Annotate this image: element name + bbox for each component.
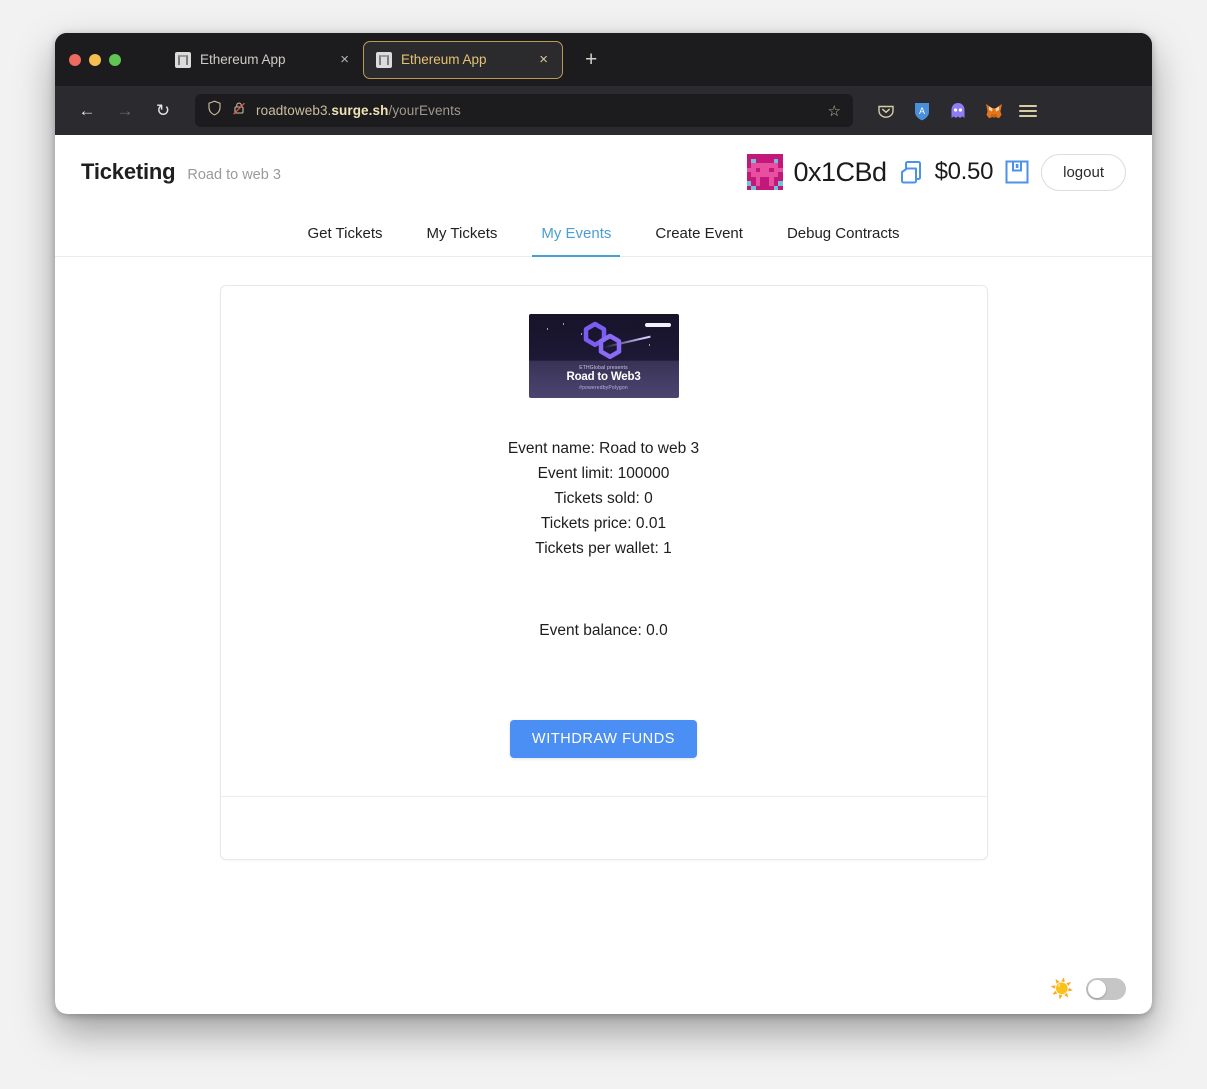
browser-tab-2[interactable]: Ethereum App ×	[363, 40, 563, 79]
app-header: Ticketing Road to web 3 0x1CBd $0.50 log…	[55, 135, 1152, 209]
wallet-address: 0x1CBd	[793, 156, 888, 187]
account-bar: 0x1CBd $0.50 logout	[746, 153, 1126, 191]
event-balance: Event balance: 0.0	[539, 622, 668, 639]
forward-icon[interactable]: →	[109, 95, 141, 127]
close-tab-icon[interactable]: ×	[336, 50, 353, 69]
reload-icon[interactable]: ↻	[147, 95, 179, 127]
insecure-lock-icon[interactable]	[232, 100, 246, 121]
navigation-bar: ← → ↻ roadtoweb3.surge.sh/yourEvents ☆ A	[55, 86, 1152, 135]
brand: Ticketing Road to web 3	[81, 159, 281, 185]
page-viewport: Ticketing Road to web 3 0x1CBd $0.50 log…	[55, 135, 1152, 1014]
event-details: Event name: Road to web 3 Event limit: 1…	[508, 440, 699, 558]
copy-icon[interactable]	[898, 159, 924, 186]
window-controls	[69, 53, 121, 66]
close-window-button[interactable]	[69, 53, 81, 66]
banner-title: Road to Web3	[566, 371, 641, 383]
extension-icons: A	[875, 100, 1037, 122]
save-icon[interactable]	[1004, 159, 1030, 185]
main-nav-tabs: Get Tickets My Tickets My Events Create …	[55, 209, 1152, 257]
detail-event-name: Event name: Road to web 3	[507, 440, 700, 457]
event-card-footer	[220, 796, 987, 859]
browser-tab-1[interactable]: Ethereum App ×	[163, 41, 363, 79]
tab-my-tickets[interactable]: My Tickets	[405, 215, 520, 256]
close-tab-icon[interactable]: ×	[535, 50, 552, 69]
theme-toggle[interactable]: ☀️	[1050, 978, 1126, 1000]
tab-create-event[interactable]: Create Event	[633, 215, 765, 256]
switch-knob	[1088, 980, 1106, 998]
page-title: Ticketing	[81, 159, 176, 184]
url-domain: surge.sh	[331, 103, 389, 118]
minimize-window-button[interactable]	[89, 53, 101, 66]
event-card-body: ETHGlobal presents Road to Web3 #powered…	[221, 286, 987, 796]
event-banner-image: ETHGlobal presents Road to Web3 #powered…	[528, 314, 679, 398]
withdraw-funds-button[interactable]: WITHDRAW FUNDS	[509, 720, 698, 758]
pocket-icon[interactable]	[875, 100, 897, 122]
event-card: ETHGlobal presents Road to Web3 #powered…	[219, 285, 988, 860]
menu-icon[interactable]	[1019, 104, 1037, 117]
polygon-logo-icon	[577, 320, 631, 367]
tab-favicon-icon	[376, 51, 392, 68]
tab-favicon-icon	[175, 51, 191, 68]
tab-debug-contracts[interactable]: Debug Contracts	[765, 215, 922, 256]
back-icon[interactable]: ←	[71, 95, 103, 127]
avatar	[746, 154, 783, 190]
bookmark-star-icon[interactable]: ☆	[824, 102, 845, 120]
svg-text:A: A	[919, 106, 925, 116]
browser-window: Ethereum App × Ethereum App × + ← → ↻ ro…	[55, 33, 1152, 1014]
detail-tickets-price: Tickets price: 0.01	[540, 515, 667, 532]
tab-title: Ethereum App	[200, 52, 286, 67]
detail-tickets-sold: Tickets sold: 0	[554, 490, 653, 507]
new-tab-button[interactable]: +	[577, 49, 605, 70]
brand-subtitle: Road to web 3	[187, 167, 281, 183]
maximize-window-button[interactable]	[109, 53, 121, 66]
shield-extension-icon[interactable]: A	[911, 100, 933, 122]
sun-icon: ☀️	[1050, 978, 1074, 1000]
tab-title: Ethereum App	[401, 52, 487, 67]
detail-tickets-per-wallet: Tickets per wallet: 1	[535, 540, 672, 557]
ghost-extension-icon[interactable]	[947, 100, 969, 122]
dark-mode-switch[interactable]	[1086, 978, 1126, 1000]
logout-button[interactable]: logout	[1041, 153, 1126, 191]
tab-strip: Ethereum App × Ethereum App × +	[55, 33, 1152, 86]
url-text[interactable]: roadtoweb3.surge.sh/yourEvents	[256, 103, 814, 118]
tab-my-events[interactable]: My Events	[519, 215, 633, 257]
tracking-shield-icon[interactable]	[207, 100, 222, 121]
banner-hashtag: #poweredbyPolygon	[579, 385, 628, 391]
url-bar[interactable]: roadtoweb3.surge.sh/yourEvents ☆	[195, 94, 853, 127]
metamask-fox-icon[interactable]	[983, 100, 1005, 122]
url-path: /yourEvents	[388, 103, 461, 118]
detail-event-limit: Event limit: 100000	[537, 465, 670, 482]
tab-get-tickets[interactable]: Get Tickets	[285, 215, 404, 256]
avatar-pixel	[778, 185, 783, 190]
url-prefix: roadtoweb3.	[256, 103, 332, 118]
light-streak	[644, 323, 671, 327]
wallet-balance-usd: $0.50	[934, 158, 994, 185]
